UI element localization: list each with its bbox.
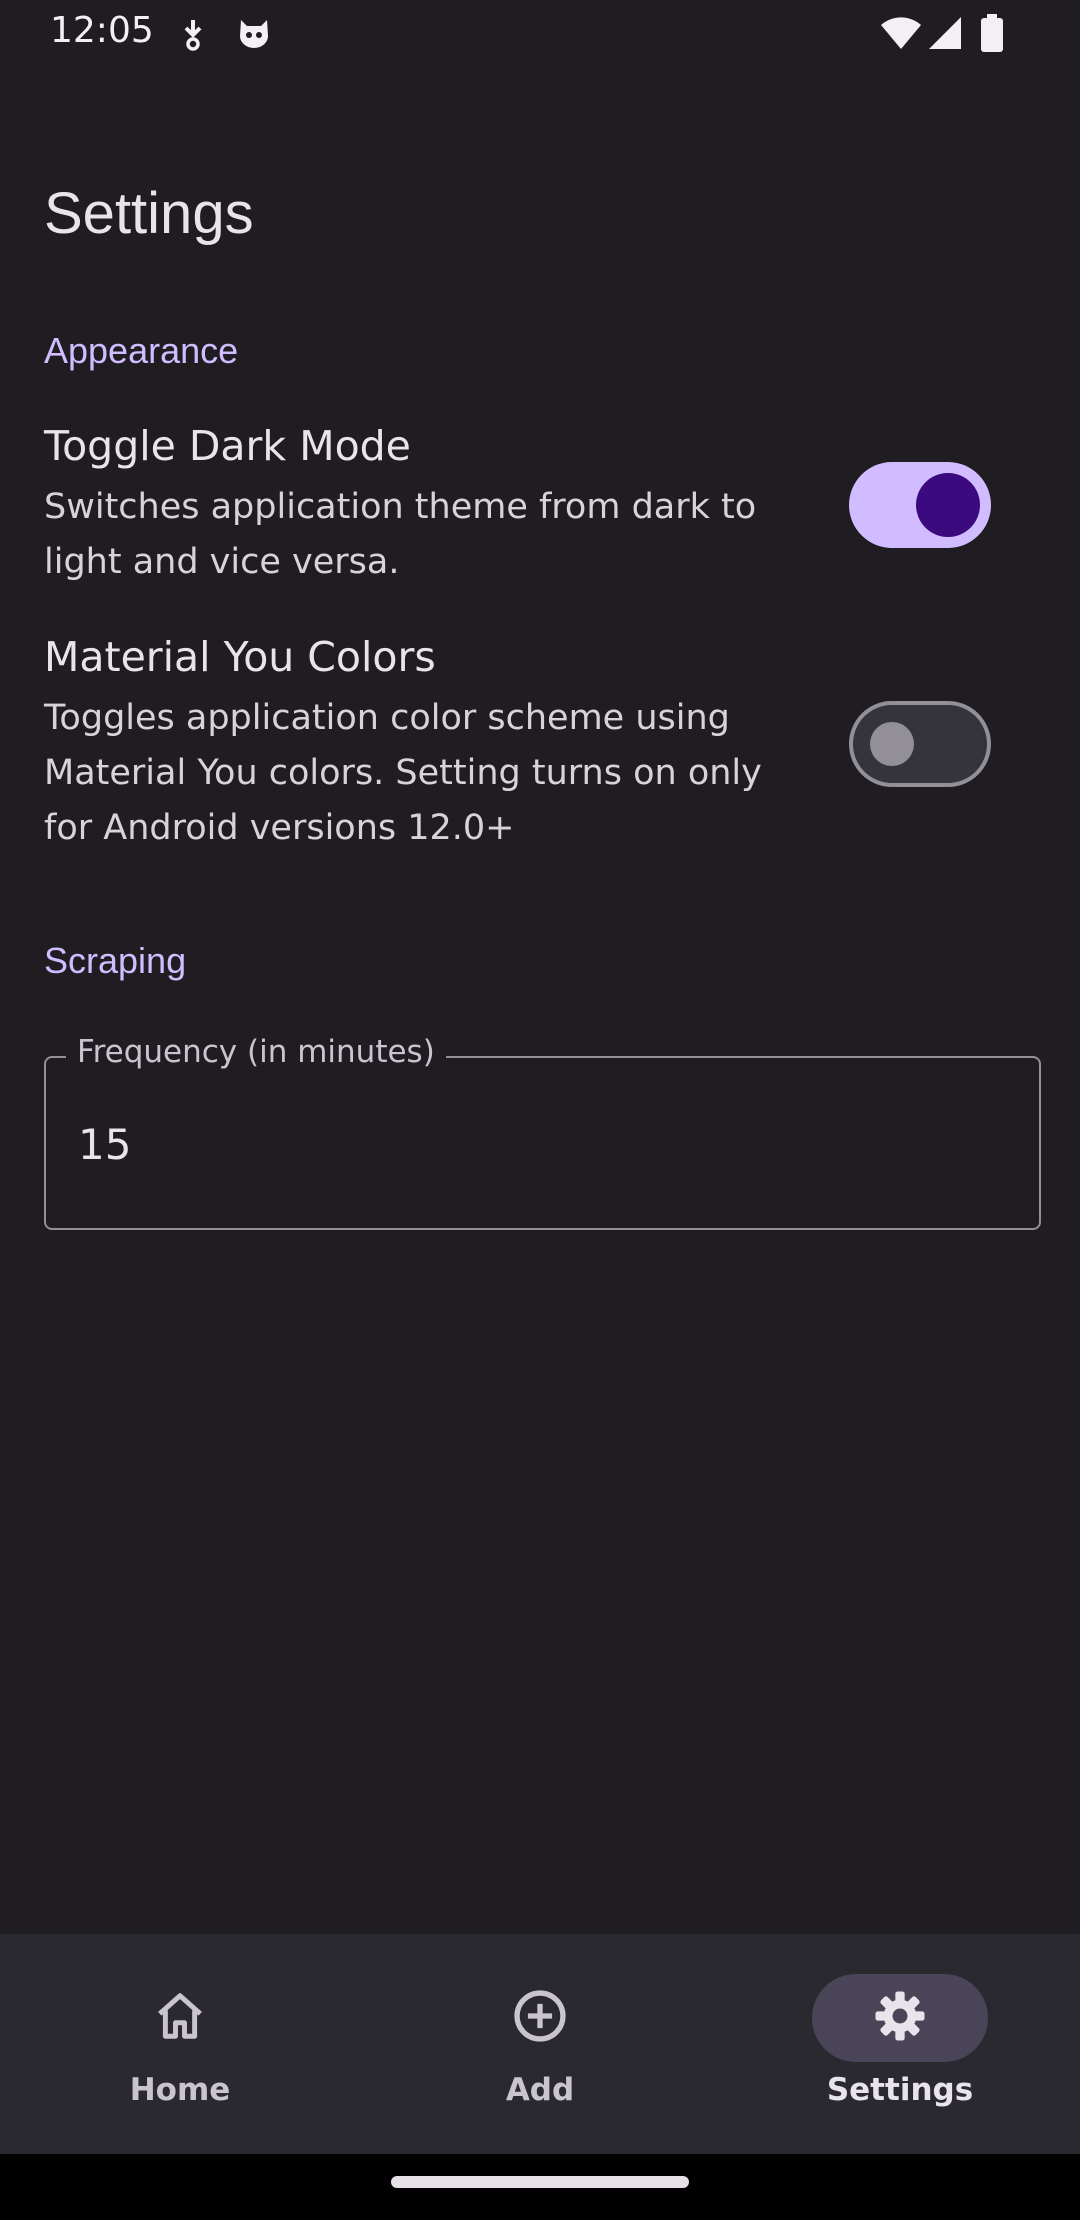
nav-item-home[interactable]: Home [0,1934,360,2154]
material-you-title: Material You Colors [44,633,436,681]
scraping-section-label: Scraping [44,940,187,981]
cat-notification-icon [236,14,272,54]
gear-icon [872,1988,928,2048]
material-you-switch[interactable] [849,701,991,787]
switch-thumb [870,722,914,766]
add-circle-icon [511,1987,569,2049]
page-title: Settings [44,181,254,246]
dark-mode-title: Toggle Dark Mode [44,422,411,470]
nav-indicator [452,1974,628,2062]
gesture-handle[interactable] [391,2176,689,2188]
dark-mode-switch[interactable] [849,462,991,548]
signal-icon [928,16,962,54]
nav-indicator-active [812,1974,988,2062]
material-you-description: Toggles application color scheme using M… [44,698,762,848]
frequency-input-value[interactable]: 15 [78,1120,131,1169]
appearance-section-label: Appearance [44,330,239,371]
nav-label-settings: Settings [826,2072,974,2108]
home-icon [153,1989,207,2047]
frequency-field-label: Frequency (in minutes) [66,1034,446,1070]
battery-icon [980,14,1004,56]
frequency-field[interactable]: Frequency (in minutes) 15 [44,1034,1041,1230]
bottom-navigation: Home Add Settings [0,1934,1080,2154]
switch-thumb [916,473,980,537]
download-icon [178,18,208,56]
nav-indicator [92,1974,268,2062]
status-bar: 12:05 [0,0,1080,66]
nav-item-settings[interactable]: Settings [720,1934,1080,2154]
wifi-icon [880,16,922,54]
status-time: 12:05 [50,10,154,51]
dark-mode-description: Switches application theme from dark to … [44,487,757,582]
nav-label-home: Home [129,2072,231,2108]
gesture-navigation-area [0,2154,1080,2220]
nav-label-add: Add [505,2072,575,2108]
nav-item-add[interactable]: Add [360,1934,720,2154]
